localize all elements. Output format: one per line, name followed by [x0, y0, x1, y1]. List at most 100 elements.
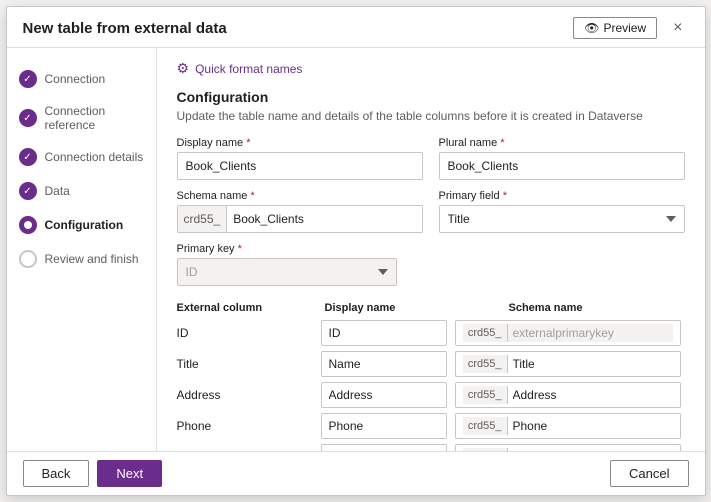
step-circle-configuration: [19, 216, 37, 234]
display-name-input[interactable]: [177, 152, 423, 180]
plural-name-label: Plural name *: [439, 137, 685, 149]
col-header-schema: Schema name: [501, 300, 685, 316]
table-row: Title crd55_: [177, 351, 685, 377]
footer-left: Back Next: [23, 460, 163, 487]
header-right: 👁 Preview ×: [573, 17, 688, 39]
external-col-title: Title: [177, 355, 317, 373]
schema-inner-address[interactable]: [508, 386, 673, 404]
display-input-address[interactable]: [321, 382, 447, 408]
sidebar-label-connection: Connection: [45, 72, 106, 86]
next-button[interactable]: Next: [97, 460, 162, 487]
schema-name-required: *: [251, 190, 255, 202]
schema-inner-title[interactable]: [508, 355, 673, 373]
form-row-display-plural: Display name * Plural name *: [177, 137, 685, 180]
schema-inner-phone[interactable]: [508, 417, 673, 435]
schema-prefix-address: crd55_: [463, 386, 508, 404]
form-row-primary-key: Primary key * ID: [177, 243, 685, 286]
schema-input-group-email: crd55_: [455, 444, 681, 451]
step-circle-review: [19, 250, 37, 268]
display-input-email[interactable]: [321, 444, 447, 451]
sidebar-label-connection-reference: Connection reference: [45, 104, 144, 132]
check-icon: ✓: [23, 74, 31, 85]
main-content: ⚙ Quick format names Configuration Updat…: [157, 48, 705, 451]
step-circle-connection: ✓: [19, 70, 37, 88]
display-input-phone[interactable]: [321, 413, 447, 439]
sidebar-item-review-and-finish[interactable]: Review and finish: [7, 244, 156, 274]
back-button[interactable]: Back: [23, 460, 90, 487]
schema-col-title: crd55_: [451, 351, 685, 377]
step-circle-data: ✓: [19, 182, 37, 200]
form-row-schema-primary: Schema name * crd55_ Primary field * Tit…: [177, 190, 685, 233]
quick-format-label: Quick format names: [195, 62, 302, 76]
modal: New table from external data 👁 Preview ×…: [6, 6, 706, 496]
col-header-external: External column: [177, 300, 317, 316]
display-col-email: [317, 444, 451, 451]
col-header-display: Display name: [317, 300, 501, 316]
schema-col-address: crd55_: [451, 382, 685, 408]
preview-icon: 👁: [584, 21, 599, 35]
table-row: Address crd55_: [177, 382, 685, 408]
display-input-title[interactable]: [321, 351, 447, 377]
schema-name-prefix: crd55_: [178, 206, 228, 232]
table-header-row: External column Display name Schema name: [177, 300, 685, 316]
step-circle-connection-reference: ✓: [19, 109, 37, 127]
primary-key-required: *: [238, 243, 242, 255]
primary-key-select[interactable]: ID: [177, 258, 397, 286]
cancel-button[interactable]: Cancel: [610, 460, 688, 487]
external-col-phone: Phone: [177, 417, 317, 435]
schema-name-label: Schema name *: [177, 190, 423, 202]
display-col-address: [317, 382, 451, 408]
sidebar-item-configuration[interactable]: Configuration: [7, 210, 156, 240]
check-icon-2: ✓: [23, 113, 31, 124]
schema-col-id: crd55_: [451, 320, 685, 346]
section-title: Configuration: [177, 89, 685, 105]
schema-inner-id[interactable]: [508, 324, 673, 342]
check-icon-3: ✓: [23, 152, 31, 163]
modal-title: New table from external data: [23, 20, 227, 37]
sidebar-label-configuration: Configuration: [45, 218, 124, 232]
modal-body: ✓ Connection ✓ Connection reference ✓ Co…: [7, 48, 705, 451]
modal-header: New table from external data 👁 Preview ×: [7, 7, 705, 48]
close-button[interactable]: ×: [667, 17, 688, 39]
preview-button[interactable]: 👁 Preview: [573, 17, 657, 39]
primary-key-label: Primary key *: [177, 243, 397, 255]
sidebar-item-connection-details[interactable]: ✓ Connection details: [7, 142, 156, 172]
step-circle-connection-details: ✓: [19, 148, 37, 166]
display-name-required: *: [246, 137, 250, 149]
form-group-plural-name: Plural name *: [439, 137, 685, 180]
form-group-schema-name: Schema name * crd55_: [177, 190, 423, 233]
schema-prefix-title: crd55_: [463, 355, 508, 373]
table-row: ID crd55_: [177, 320, 685, 346]
plural-name-input[interactable]: [439, 152, 685, 180]
schema-name-input[interactable]: [227, 206, 421, 232]
external-col-id: ID: [177, 324, 317, 342]
sidebar-item-connection[interactable]: ✓ Connection: [7, 64, 156, 94]
schema-input-group-address: crd55_: [455, 382, 681, 408]
schema-input-group-title: crd55_: [455, 351, 681, 377]
plural-name-required: *: [500, 137, 504, 149]
sidebar: ✓ Connection ✓ Connection reference ✓ Co…: [7, 48, 157, 451]
schema-col-phone: crd55_: [451, 413, 685, 439]
sidebar-label-review: Review and finish: [45, 252, 139, 266]
schema-prefix-phone: crd55_: [463, 417, 508, 435]
schema-name-input-group: crd55_: [177, 205, 423, 233]
table-row: Email crd55_: [177, 444, 685, 451]
quick-format-bar[interactable]: ⚙ Quick format names: [177, 60, 685, 77]
schema-input-group-id: crd55_: [455, 320, 681, 346]
display-col-title: [317, 351, 451, 377]
quick-format-icon: ⚙: [177, 60, 190, 77]
display-input-id[interactable]: [321, 320, 447, 346]
external-col-address: Address: [177, 386, 317, 404]
sidebar-item-connection-reference[interactable]: ✓ Connection reference: [7, 98, 156, 138]
sidebar-label-connection-details: Connection details: [45, 150, 144, 164]
schema-input-group-phone: crd55_: [455, 413, 681, 439]
form-group-primary-field: Primary field * Title: [439, 190, 685, 233]
display-col-phone: [317, 413, 451, 439]
active-dot: [24, 221, 32, 229]
sidebar-item-data[interactable]: ✓ Data: [7, 176, 156, 206]
primary-field-required: *: [503, 190, 507, 202]
form-group-primary-key: Primary key * ID: [177, 243, 397, 286]
modal-footer: Back Next Cancel: [7, 451, 705, 495]
primary-field-select[interactable]: Title: [439, 205, 685, 233]
schema-col-email: crd55_: [451, 444, 685, 451]
